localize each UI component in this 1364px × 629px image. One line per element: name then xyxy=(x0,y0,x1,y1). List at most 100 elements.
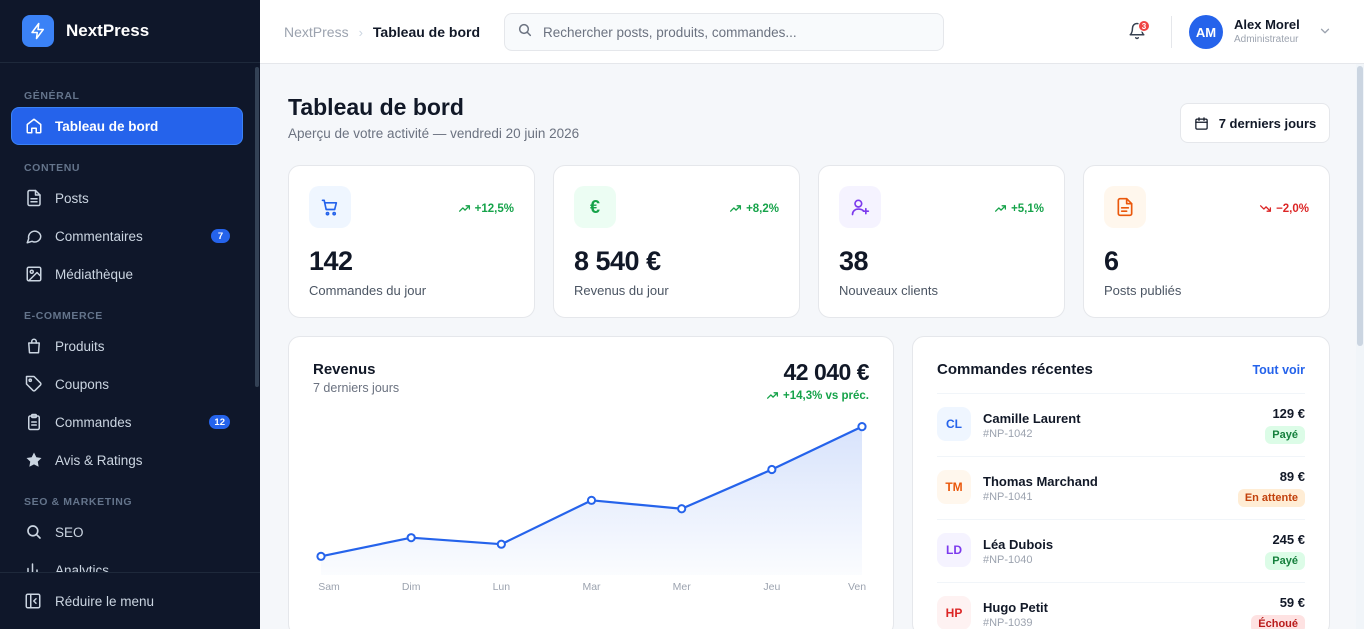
stat-card-posts[interactable]: −2,0% 6 Posts publiés xyxy=(1083,165,1330,318)
order-amount: 129 € xyxy=(1272,406,1305,421)
search-icon xyxy=(517,22,533,43)
stat-card-customers[interactable]: +5,1% 38 Nouveaux clients xyxy=(818,165,1065,318)
customer-avatar: TM xyxy=(937,470,971,504)
customer-avatar: CL xyxy=(937,407,971,441)
sidebar-item-label: Avis & Ratings xyxy=(55,452,143,468)
date-range-label: 7 derniers jours xyxy=(1218,115,1317,131)
search-box[interactable] xyxy=(504,13,944,51)
stat-trend: +12,5% xyxy=(458,202,514,215)
page-scrollbar[interactable] xyxy=(1356,64,1364,629)
revenue-point xyxy=(857,422,867,432)
sidebar-item-reviews[interactable]: Avis & Ratings xyxy=(12,442,242,478)
sidebar-item-coupons[interactable]: Coupons xyxy=(12,366,242,402)
image-icon xyxy=(24,265,43,284)
sidebar-item-dashboard[interactable]: Tableau de bord xyxy=(12,108,242,144)
search-input[interactable] xyxy=(543,24,923,40)
sidebar-scrollbar[interactable] xyxy=(255,67,259,387)
sidebar-item-posts[interactable]: Posts xyxy=(12,180,242,216)
stat-trend-value: +8,2% xyxy=(746,202,779,215)
shopping-bag-icon xyxy=(24,337,43,356)
bolt-icon xyxy=(22,15,54,47)
order-row[interactable]: LD Léa Dubois #NP-1040 245 € Payé xyxy=(937,520,1305,583)
x-tick-label: Sam xyxy=(318,581,340,593)
recent-orders-card: Commandes récentes Tout voir CL Camille L… xyxy=(912,336,1330,629)
sidebar-item-media[interactable]: Médiathèque xyxy=(12,256,242,292)
customer-avatar: HP xyxy=(937,596,971,629)
sidebar-item-label: Posts xyxy=(55,190,89,206)
order-status-badge: Échoué xyxy=(1251,615,1305,629)
customer-name: Camille Laurent xyxy=(983,411,1081,426)
date-range-button[interactable]: 7 derniers jours xyxy=(1180,103,1330,143)
page-scrollbar-thumb[interactable] xyxy=(1357,66,1363,346)
x-tick-label: Lun xyxy=(493,581,511,593)
tag-icon xyxy=(24,375,43,394)
stat-card-revenue[interactable]: € +8,2% 8 540 € Revenus du jour xyxy=(553,165,800,318)
customer-name: Thomas Marchand xyxy=(983,474,1098,489)
order-amount: 89 € xyxy=(1279,469,1305,484)
sidebar-item-label: SEO xyxy=(55,524,84,540)
sidebar-item-label: Produits xyxy=(55,338,105,354)
order-amount: 245 € xyxy=(1272,532,1305,547)
topbar: NextPress › Tableau de bord 3 AM Alex Mo… xyxy=(260,0,1364,64)
stat-trend-value: +5,1% xyxy=(1011,202,1044,215)
order-row[interactable]: HP Hugo Petit #NP-1039 59 € Échoué xyxy=(937,583,1305,629)
revenue-point xyxy=(496,539,506,549)
sidebar-nav: GÉNÉRAL Tableau de bord CONTENU Posts Co… xyxy=(0,63,260,572)
stat-card-orders[interactable]: +12,5% 142 Commandes du jour xyxy=(288,165,535,318)
order-row[interactable]: CL Camille Laurent #NP-1042 129 € Payé xyxy=(937,394,1305,457)
user-name[interactable]: Alex Morel xyxy=(1234,17,1300,32)
chevron-right-icon: › xyxy=(358,24,363,40)
revenue-chart: Sam Dim Lun Mar Mer Jeu Ven xyxy=(316,422,867,593)
orders-count-badge: 12 xyxy=(209,415,230,429)
sidebar-item-analytics[interactable]: Analytics xyxy=(12,552,242,572)
section-seo-marketing: SEO & MARKETING xyxy=(24,496,133,508)
stat-trend: +5,1% xyxy=(994,202,1044,215)
x-tick-label: Mar xyxy=(582,581,601,593)
sidebar: NextPress GÉNÉRAL Tableau de bord CONTEN… xyxy=(0,0,260,629)
revenue-card: Revenus 7 derniers jours 42 040 € +14,3%… xyxy=(288,336,894,629)
revenue-point xyxy=(767,464,777,475)
revenue-point xyxy=(316,551,326,561)
brand[interactable]: NextPress xyxy=(0,0,260,63)
order-id: #NP-1041 xyxy=(983,491,1033,503)
order-id: #NP-1040 xyxy=(983,554,1033,566)
sidebar-item-label: Coupons xyxy=(55,376,110,392)
section-content: CONTENU xyxy=(24,162,81,174)
stat-trend: −2,0% xyxy=(1259,202,1309,215)
notifications-badge: 3 xyxy=(1138,20,1150,32)
avatar[interactable]: AM xyxy=(1189,15,1223,49)
collapse-menu-button[interactable]: Réduire le menu xyxy=(0,572,260,629)
stat-value: 142 xyxy=(309,246,353,276)
notifications-button[interactable]: 3 xyxy=(1128,20,1150,44)
sidebar-item-comments[interactable]: Commentaires 7 xyxy=(12,218,242,254)
order-amount: 59 € xyxy=(1279,595,1305,610)
stat-value: 38 xyxy=(839,246,869,276)
user-role: Administrateur xyxy=(1234,34,1299,45)
trend-up-icon xyxy=(458,202,471,215)
breadcrumb-root[interactable]: NextPress xyxy=(284,24,349,40)
comment-icon xyxy=(24,227,43,246)
clipboard-icon xyxy=(24,413,43,432)
star-icon xyxy=(24,451,43,470)
stat-trend-value: +12,5% xyxy=(474,202,514,215)
trend-up-icon xyxy=(994,202,1007,215)
document-icon xyxy=(24,189,43,208)
chevron-down-icon[interactable] xyxy=(1318,24,1332,43)
sidebar-collapse-icon xyxy=(24,592,43,611)
recent-orders-title: Commandes récentes xyxy=(937,361,1093,378)
see-all-orders-link[interactable]: Tout voir xyxy=(1252,363,1305,377)
order-status-badge: Payé xyxy=(1265,552,1305,570)
user-plus-icon xyxy=(839,186,881,228)
sidebar-item-orders[interactable]: Commandes 12 xyxy=(12,404,242,440)
stat-label: Nouveaux clients xyxy=(839,283,938,298)
stat-label: Revenus du jour xyxy=(574,283,669,298)
sidebar-item-products[interactable]: Produits xyxy=(12,328,242,364)
order-status-badge: En attente xyxy=(1237,489,1305,507)
divider xyxy=(1171,16,1172,48)
customer-name: Léa Dubois xyxy=(983,537,1054,552)
order-row[interactable]: TM Thomas Marchand #NP-1041 89 € En attente xyxy=(937,457,1305,520)
x-tick-label: Mer xyxy=(673,581,692,593)
sidebar-item-label: Commandes xyxy=(55,414,132,430)
order-id: #NP-1042 xyxy=(983,428,1033,440)
sidebar-item-seo[interactable]: SEO xyxy=(12,514,242,550)
